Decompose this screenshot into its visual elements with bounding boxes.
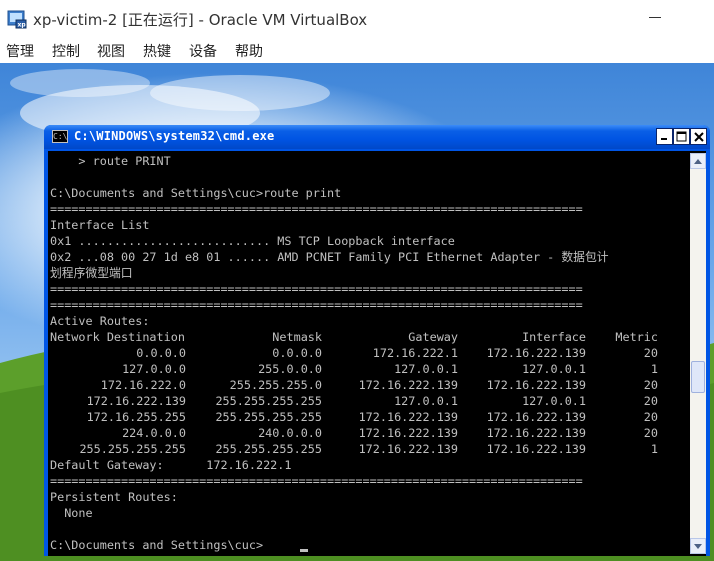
console-line: > route PRINT [50,154,171,168]
route-gateway: 172.16.222.139 [358,410,458,424]
route-netmask: 0.0.0.0 [272,346,322,360]
cmd-close-button[interactable] [690,128,707,145]
console-line: C:\Documents and Settings\cuc>route prin… [50,186,342,200]
scroll-down-button[interactable] [690,538,706,554]
console-line: None [50,506,93,520]
route-destination: 255.255.255.255 [79,442,186,456]
route-interface: 127.0.0.1 [522,362,586,376]
header-interface: Interface [522,330,586,344]
route-gateway: 172.16.222.139 [358,442,458,456]
vertical-scrollbar[interactable] [690,153,706,554]
cmd-titlebar[interactable]: C:\ C:\WINDOWS\system32\cmd.exe [44,125,710,149]
cmd-title: C:\WINDOWS\system32\cmd.exe [74,129,275,143]
console-line: 0x1 ........................... MS TCP L… [50,234,455,248]
route-metric: 20 [643,378,658,392]
route-destination: 172.16.222.139 [86,394,186,408]
minimize-button[interactable] [640,4,670,32]
cmd-maximize-button[interactable] [673,128,690,145]
route-interface: 172.16.222.139 [486,426,586,440]
route-destination: 172.16.222.0 [100,378,186,392]
route-row: 172.16.222.0 255.255.255.0 172.16.222.13… [50,377,686,393]
console-separator: ========================================… [50,202,583,216]
header-gateway: Gateway [408,330,458,344]
route-metric: 1 [650,362,658,376]
route-gateway: 172.16.222.1 [372,346,458,360]
route-row: 255.255.255.255 255.255.255.255 172.16.2… [50,441,686,457]
route-metric: 20 [643,346,658,360]
vbox-titlebar: xp xp-victim-2 [正在运行] - Oracle VM Virtua… [0,0,714,37]
route-metric: 20 [643,394,658,408]
route-netmask: 255.255.255.255 [215,394,322,408]
console-separator: ========================================… [50,282,583,296]
text-cursor [300,549,308,552]
route-metric: 1 [650,442,658,456]
route-netmask: 255.255.255.255 [215,410,322,424]
route-gateway: 127.0.0.1 [394,362,458,376]
route-row: 127.0.0.0 255.0.0.0 127.0.0.1 127.0.0.1 … [50,361,686,377]
route-gateway: 172.16.222.139 [358,378,458,392]
console-prompt[interactable]: C:\Documents and Settings\cuc> [50,537,263,553]
scrollbar-thumb[interactable] [691,361,705,393]
route-table-header: Network Destination Netmask Gateway Inte… [50,329,686,345]
route-gateway: 127.0.0.1 [394,394,458,408]
vbox-menubar: 管理 控制 视图 热键 设备 帮助 [0,37,714,63]
cmd-window-icon: C:\ [52,130,68,143]
console-line: 0x2 ...08 00 27 1d e8 01 ...... AMD PCNE… [50,250,609,264]
route-gateway: 172.16.222.139 [358,426,458,440]
svg-text:xp: xp [18,22,27,29]
menu-hotkeys[interactable]: 热键 [143,41,171,61]
menu-control[interactable]: 控制 [52,41,80,61]
route-row: 0.0.0.0 0.0.0.0 172.16.222.1 172.16.222.… [50,345,686,361]
route-destination: 0.0.0.0 [136,346,186,360]
route-interface: 172.16.222.139 [486,410,586,424]
menu-devices[interactable]: 设备 [189,41,217,61]
console-area[interactable]: > route PRINT C:\Documents and Settings\… [48,151,706,556]
console-line: Active Routes: [50,314,150,328]
console-separator: ========================================… [50,298,583,312]
cmd-minimize-button[interactable] [656,128,673,145]
route-interface: 127.0.0.1 [522,394,586,408]
route-interface: 172.16.222.139 [486,378,586,392]
cmd-window[interactable]: C:\ C:\WINDOWS\system32\cmd.exe > route … [44,125,710,556]
menu-help[interactable]: 帮助 [235,41,263,61]
route-row: 172.16.222.139 255.255.255.255 127.0.0.1… [50,393,686,409]
arrow-down-icon [694,543,702,549]
console-line: Persistent Routes: [50,490,178,504]
virtualbox-app-icon: xp [7,9,27,29]
route-row: 172.16.255.255 255.255.255.255 172.16.22… [50,409,686,425]
route-netmask: 240.0.0.0 [258,426,322,440]
route-interface: 172.16.222.139 [486,442,586,456]
route-destination: 172.16.255.255 [86,410,186,424]
header-netmask: Netmask [272,330,322,344]
console-line: 划程序微型端口 [50,266,133,280]
route-interface: 172.16.222.139 [486,346,586,360]
menu-manage[interactable]: 管理 [6,41,34,61]
header-network-destination: Network Destination [50,330,185,344]
minimize-icon [661,138,667,140]
route-netmask: 255.255.255.0 [229,378,322,392]
close-icon [693,131,704,142]
route-destination: 224.0.0.0 [122,426,186,440]
scroll-up-button[interactable] [690,153,706,169]
route-netmask: 255.255.255.255 [215,442,322,456]
route-metric: 20 [643,410,658,424]
maximize-icon [676,131,687,142]
route-metric: 20 [643,426,658,440]
route-netmask: 255.0.0.0 [258,362,322,376]
menu-view[interactable]: 视图 [97,41,125,61]
console-line: Interface List [50,218,150,232]
header-metric: Metric [615,330,658,344]
arrow-up-icon [694,158,702,164]
console-separator: ========================================… [50,474,583,488]
window-title: xp-victim-2 [正在运行] - Oracle VM VirtualBo… [33,11,368,29]
console-line: Default Gateway: 172.16.222.1 [50,458,292,472]
console-output: > route PRINT C:\Documents and Settings\… [50,153,686,554]
route-row: 224.0.0.0 240.0.0.0 172.16.222.139 172.1… [50,425,686,441]
route-destination: 127.0.0.0 [122,362,186,376]
